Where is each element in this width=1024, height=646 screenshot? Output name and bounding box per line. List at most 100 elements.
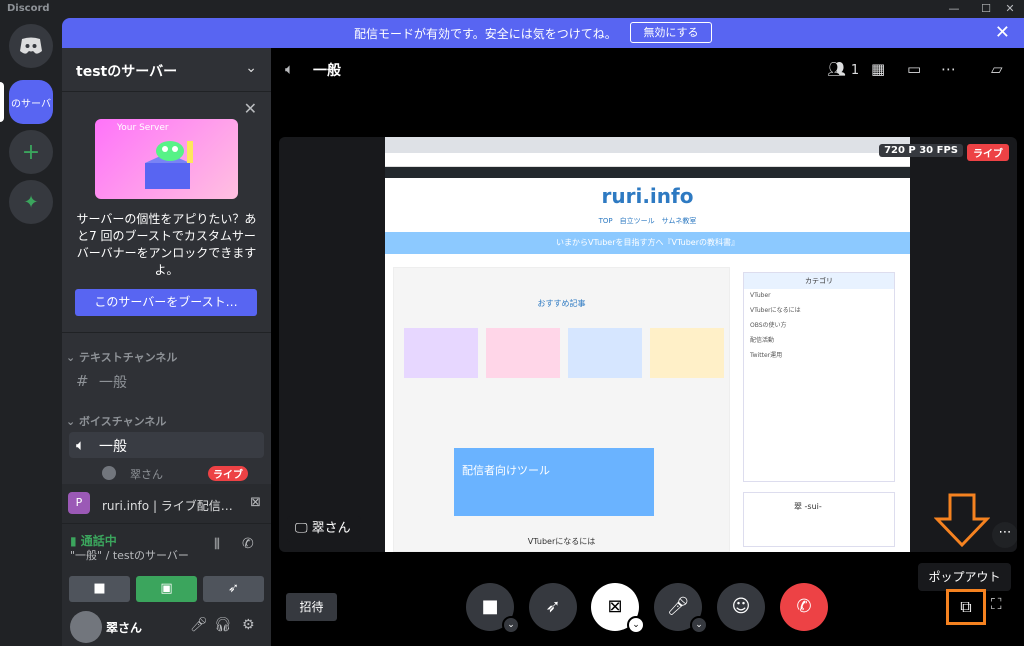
site-content: おすすめ記事 配信者向けツール VTuberになるには <box>393 267 730 552</box>
more-icon[interactable]: ⋯ <box>941 60 956 78</box>
voice-channel-label: 一般 <box>99 439 127 455</box>
phone-hangup-icon: ✆ <box>796 596 812 617</box>
text-channel-general[interactable]: # 一般 <box>69 368 264 394</box>
live-badge: ライブ <box>967 144 1009 161</box>
thumb <box>404 328 478 378</box>
app-title: Discord <box>7 3 50 14</box>
rocket-icon: ➶ <box>228 581 239 596</box>
screen-share-icon: ▣ <box>160 581 173 596</box>
sidebar-link: VTuber <box>750 292 771 299</box>
divider <box>62 332 271 333</box>
leave-call-button[interactable]: ✆ <box>780 583 828 631</box>
server-icon-test[interactable]: のサーバ <box>9 80 53 124</box>
chevron-down-icon[interactable]: ⌄ <box>690 616 708 634</box>
microphone-icon[interactable]: 🎤︎ <box>190 617 208 633</box>
screen-share-button[interactable]: ▣ <box>136 576 197 602</box>
streamer-name: 翠さん <box>311 521 351 536</box>
category-voice-channels[interactable]: ⌄ ボイスチャンネル <box>66 413 166 429</box>
stop-screen-share-button[interactable]: ⊠ ⌄ <box>591 583 645 634</box>
voice-location[interactable]: "一般" / testのサーバー <box>70 547 189 563</box>
server-pill-label: のサーバ <box>11 98 51 110</box>
home-discord-icon[interactable] <box>9 24 53 68</box>
thumb <box>650 328 724 378</box>
mute-button[interactable]: 🎤︎ ⌄ <box>654 583 708 634</box>
live-badge: ライブ <box>208 466 248 481</box>
streamer-tag: 🖵︎ 翠さん <box>287 516 361 542</box>
chevron-down-icon[interactable]: ⌄ <box>627 616 645 634</box>
stop-stream-icon[interactable]: ⊠ <box>250 495 261 510</box>
voice-status-label: 通話中 <box>80 534 117 548</box>
noise-suppression-icon[interactable]: ⫼ <box>214 537 220 552</box>
channel-header: 🔈︎ 一般 👥︎ 1 ▦ ▭ ⋯ ▱ <box>271 48 1024 92</box>
minimize-icon[interactable]: — <box>940 0 968 18</box>
speaker-icon: 🔈︎ <box>285 60 295 78</box>
browser-tabs <box>385 137 910 153</box>
member-count: 1 <box>850 63 860 78</box>
add-server-icon[interactable]: + <box>9 130 53 174</box>
stream-more-button[interactable]: ⋯ <box>992 522 1017 548</box>
boost-card-title: Your Server <box>117 123 169 133</box>
resolution-badge: 720 P 30 FPS <box>879 144 963 157</box>
stream-view[interactable]: ruri.info TOP 自立ツール サムネ教室 いまからVTuberを目指す… <box>279 137 1017 552</box>
arrow-down-icon <box>934 493 990 548</box>
banner-close-icon[interactable]: ✕ <box>995 22 1010 43</box>
server-list: のサーバ + ✦ <box>0 18 62 646</box>
disable-button[interactable]: 無効にする <box>630 22 712 43</box>
camera-button[interactable]: ■ <box>69 576 130 602</box>
stream-avatar: P <box>68 492 90 514</box>
shared-screen: ruri.info TOP 自立ツール サムネ教室 いまからVTuberを目指す… <box>385 137 910 552</box>
layout-icon[interactable]: ▦ <box>871 60 885 78</box>
camera-button[interactable]: ■ ⌄ <box>466 583 520 634</box>
gear-icon[interactable]: ⚙ <box>242 617 255 633</box>
headphones-icon[interactable]: 🎧︎ <box>214 617 232 633</box>
title-bar: Discord — ☐ ✕ <box>0 0 1024 18</box>
text-channel-label: 一般 <box>99 375 127 391</box>
close-window-icon[interactable]: ✕ <box>996 0 1024 18</box>
camera-icon: ■ <box>93 581 106 596</box>
site-brand: ruri.info <box>601 184 694 208</box>
inbox-icon[interactable]: ▭ <box>907 60 921 78</box>
active-server-indicator <box>0 82 4 122</box>
channel-title: 一般 <box>313 63 341 79</box>
activity-button[interactable]: ➶ <box>203 576 264 602</box>
fullscreen-icon[interactable]: ⛶ <box>991 595 1002 613</box>
close-icon[interactable]: ✕ <box>244 99 257 118</box>
user-bar: 翠さん 🎤︎ 🎧︎ ⚙ <box>62 608 271 646</box>
boost-card: ✕ Your Server サーバーの個性をアピりたい？あと7 回のブーストでカ… <box>62 93 271 333</box>
popout-icon: ⧉ <box>960 597 972 616</box>
wp-adminbar <box>385 167 910 178</box>
boost-text: サーバーの個性をアピりたい？あと7 回のブーストでカスタムサーバーバナーをアンロ… <box>76 212 257 277</box>
rocket-icon: ➶ <box>545 596 561 617</box>
microphone-icon: 🎤︎ <box>666 596 690 617</box>
voice-panel: P ruri.info | ライブ配信… ⊠ ▮ 通話中 "一般" / test… <box>62 484 271 646</box>
voice-member[interactable]: 翠さん ライブ <box>102 466 262 481</box>
emoji-button[interactable]: ☺ <box>717 583 765 631</box>
user-name[interactable]: 翠さん <box>106 619 142 636</box>
activity-button[interactable]: ➶ <box>529 583 577 631</box>
chevron-down-icon[interactable]: ⌄ <box>502 616 520 634</box>
members-icon[interactable]: 👥︎ 1 <box>827 60 859 78</box>
sidebar-title: カテゴリ <box>744 273 894 289</box>
voice-member-name: 翠さん <box>130 468 163 481</box>
main-stage: 🔈︎ 一般 👥︎ 1 ▦ ▭ ⋯ ▱ ruri.info TOP 自立ツール サ… <box>271 48 1024 646</box>
tools-banner: 配信者向けツール <box>454 448 654 516</box>
boost-server-button[interactable]: このサーバーをブースト… <box>75 289 257 316</box>
banner-message: 配信モードが有効です。安全には気をつけてね。 <box>354 27 617 41</box>
stream-title: ruri.info | ライブ配信… <box>102 499 233 513</box>
explore-compass-icon[interactable]: ✦ <box>9 180 53 224</box>
invite-button[interactable]: 招待 <box>286 593 337 621</box>
bottom-heading: VTuberになるには <box>527 537 596 546</box>
chat-icon[interactable]: ▱ <box>991 60 1003 78</box>
thumb <box>568 328 642 378</box>
voice-channel-general[interactable]: 🔈︎ 一般 <box>69 432 264 458</box>
smile-icon: ☺ <box>731 596 751 617</box>
popout-button[interactable]: ⧉ <box>946 589 986 625</box>
category-text-channels[interactable]: ⌄ テキストチャンネル <box>66 349 177 365</box>
hashtag-icon: # <box>76 372 89 390</box>
disconnect-icon[interactable]: ✆ <box>242 536 254 552</box>
sidebar-link: 配信活動 <box>750 337 775 344</box>
avatar[interactable] <box>70 611 102 643</box>
stream-row[interactable]: P ruri.info | ライブ配信… ⊠ <box>62 486 271 524</box>
server-header[interactable]: testのサーバー ⌄ <box>62 48 271 92</box>
sidebar-link: VTuberになるには <box>750 307 801 314</box>
